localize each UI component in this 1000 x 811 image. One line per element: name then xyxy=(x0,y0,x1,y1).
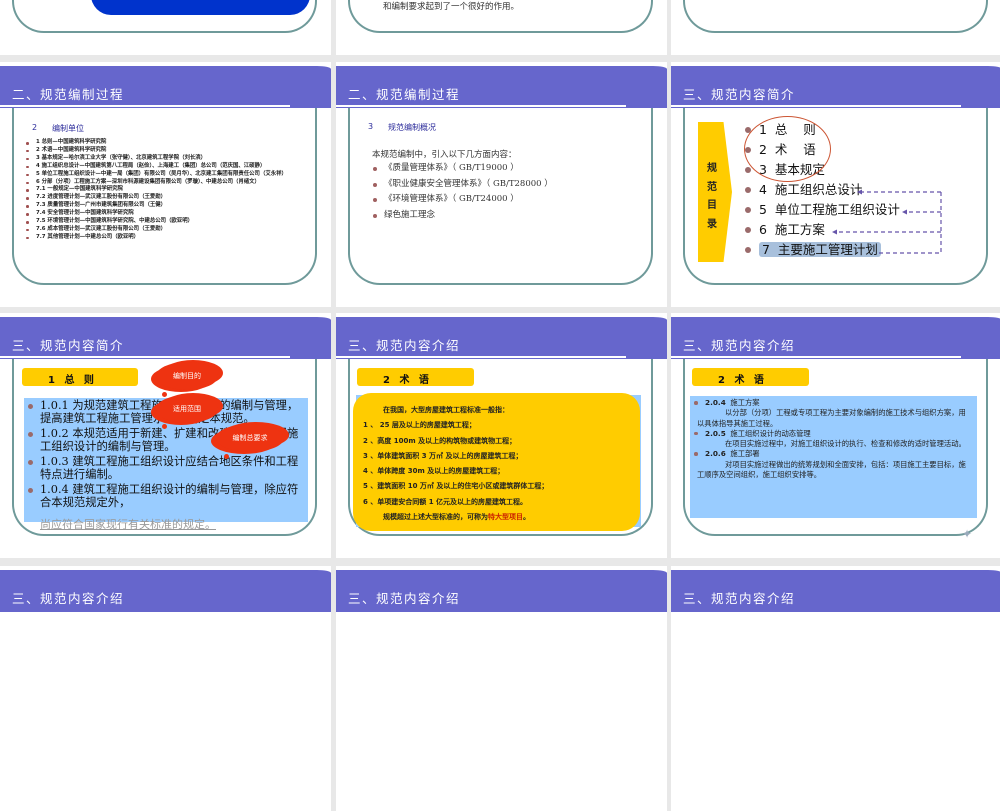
definition-item: 1 、 25 层及以上的房屋建筑工程； xyxy=(363,421,476,430)
list-item: 《环境管理体系》（ GB/T24000 ） xyxy=(370,192,640,208)
list-item: 7.4 安全管理计划—中国建筑科学研究院 xyxy=(24,210,314,218)
slide-thumbnail[interactable]: 三、规范内容介绍 2 术 语 2.0.4 施工方案 以分部（分项）工程或专项工程为… xyxy=(671,313,1000,558)
slide-title: 二、规范编制过程 xyxy=(348,87,461,102)
title-band: 二、规范编制过程 xyxy=(336,66,667,108)
slide-title: 三、规范内容介绍 xyxy=(348,338,461,353)
list-item: 《职业健康安全管理体系》（ GB/T28000 ） xyxy=(370,177,640,193)
title-band: 三、规范内容介绍 xyxy=(336,317,667,359)
term-number: 2.0.4 xyxy=(705,398,726,407)
definition-box: 在我国，大型房屋建筑工程标准一般指： 1 、 25 层及以上的房屋建筑工程； 2… xyxy=(353,393,640,531)
title-band: 三、规范内容简介 xyxy=(0,317,331,359)
outro-text: 规模超过上述大型标准的，可称为 xyxy=(383,513,488,522)
intro-text: 本规范编制中，引入以下几方面内容： xyxy=(372,150,517,160)
callout-cloud: 编制目的 xyxy=(156,362,218,390)
slide-title: 三、规范内容简介 xyxy=(12,338,125,353)
slide-text: 和编制要求起到了一个很好的作用。 xyxy=(383,2,520,12)
callout-cloud: 编制总要求 xyxy=(216,424,284,452)
slide-thumbnail[interactable]: 三、规范内容简介 规 范 目 录 1 总 则 2 术 语 3 基本规定 4 施工… xyxy=(671,62,1000,307)
slide-title: 三、规范内容介绍 xyxy=(12,591,125,606)
term-definition: 对项目实施过程做出的统筹规划和全面安排，包括：项目施工主要目标，施工顺序及空间组… xyxy=(697,459,966,480)
list-item: 2 术语—中国建筑科学研究院 xyxy=(24,147,314,155)
title-underline xyxy=(671,356,961,358)
slide-thumbnail[interactable] xyxy=(671,0,1000,55)
term-list: 2.0.4 施工方案 以分部（分项）工程或专项工程为主要对象编制的施工技术与组织方… xyxy=(691,398,973,480)
slide-thumbnail[interactable]: 三、规范内容介绍 xyxy=(0,566,331,811)
definition-item: 2 、高度 100m 及以上的构筑物或建筑物工程； xyxy=(363,436,517,445)
list-item: 《质量管理体系》（ GB/T19000 ） xyxy=(370,161,640,177)
clause-tail: 尚应符合国家现行有关标准的规定。 xyxy=(40,518,216,531)
content-frame xyxy=(683,0,988,33)
list-item: 3 基本规定—哈尔滨工业大学（张守健）、北京建筑工程学院（刘长滨） xyxy=(24,155,314,163)
slide-thumbnail[interactable]: 三、规范内容介绍 2 术 语 在我国，大型房屋建筑工程标准一般指： 1 、 25… xyxy=(336,313,667,558)
list-item: 7.6 成本管理计划—武汉建工股份有限公司（王爱勋） xyxy=(24,226,314,234)
slide-thumbnail[interactable]: 和编制要求起到了一个很好的作用。 xyxy=(336,0,667,55)
slide-thumbnail[interactable]: 二、规范编制过程 3 规范编制概况 本规范编制中，引入以下几方面内容： 《质量管… xyxy=(336,62,667,307)
title-band: 三、规范内容介绍 xyxy=(671,570,1000,612)
title-underline xyxy=(0,356,290,358)
dashed-connector-arrows xyxy=(832,189,942,254)
highlight-text: 特大型项目 xyxy=(488,513,523,522)
definition-item: 3 、单体建筑面积 3 万㎡ 及以上的房屋建筑工程； xyxy=(363,451,523,460)
sparkle-icon: ✦ xyxy=(962,527,973,541)
section-label: 2 术 语 xyxy=(357,368,474,386)
definition-outro: 规模超过上述大型标准的，可称为特大型项目。 xyxy=(363,510,630,525)
section-number: 3 xyxy=(368,122,374,131)
clause-item: 1.0.4 建筑工程施工组织设计的编制与管理，除应符合本规范规定外， xyxy=(26,483,302,509)
list-item: 5 单位工程施工组织设计—中建一局（集团）有限公司（吴月华）、北京建工集团有限责… xyxy=(24,171,314,179)
term-number: 2.0.5 xyxy=(705,428,726,438)
callout-cloud: 适用范围 xyxy=(156,395,218,423)
definition-item: 4 、单体跨度 30m 及以上的房屋建筑工程； xyxy=(363,467,505,476)
title-underline xyxy=(0,105,290,107)
callout-tail-dot xyxy=(162,424,167,429)
section-label: 1 总 则 xyxy=(22,368,138,386)
slide-title: 二、规范编制过程 xyxy=(12,87,125,102)
title-band: 三、规范内容介绍 xyxy=(671,317,1000,359)
section-number: 2 xyxy=(32,123,38,132)
clause-item: 1.0.3 建筑工程施工组织设计应结合地区条件和工程特点进行编制。 xyxy=(26,455,302,481)
slide-thumbnail[interactable]: 三、规范内容简介 1 总 则 1.0.1 为规范建筑工程施工组织设计的编制与管理… xyxy=(0,313,331,558)
slide-title: 三、规范内容介绍 xyxy=(348,591,461,606)
slide-thumbnail[interactable]: 三、规范内容介绍 xyxy=(336,566,667,811)
term-item: 2.0.6 施工部署 对项目实施过程做出的统筹规划和全面安排，包括：项目施工主要目… xyxy=(691,449,973,480)
term-name: 施工方案 xyxy=(730,398,760,407)
definition-item: 6 、单项建安合同额 1 亿元及以上的房屋建筑工程。 xyxy=(363,497,528,506)
section-title: 规范编制概况 xyxy=(388,123,436,132)
callout-tail-dot xyxy=(224,454,229,459)
term-name: 施工组织设计的动态管理 xyxy=(730,428,811,438)
slide-title: 三、规范内容介绍 xyxy=(683,338,796,353)
callout-tail-dot xyxy=(162,392,167,397)
term-name: 施工部署 xyxy=(730,449,760,459)
slide-title: 三、规范内容介绍 xyxy=(683,591,796,606)
section-title: 编制单位 xyxy=(52,124,84,133)
definition-item: 5 、建筑面积 10 万㎡ 及以上的住宅小区或建筑群体工程； xyxy=(363,482,549,491)
term-definition: 以分部（分项）工程或专项工程为主要对象编制的施工技术与组织方案，用以具体指导其施… xyxy=(697,408,966,428)
term-item: 2.0.4 施工方案 以分部（分项）工程或专项工程为主要对象编制的施工技术与组织方… xyxy=(691,398,973,429)
list-item: 4 施工组织总设计—中国建筑第八工程局（赵俭）、上海建工（集团）总公司（范庆国、… xyxy=(24,163,314,171)
section-label: 2 术 语 xyxy=(692,368,809,386)
title-band: 三、规范内容介绍 xyxy=(0,570,331,612)
list-item: 7.5 环境管理计划—中国建筑科学研究院、中建总公司（欧亚明） xyxy=(24,218,314,226)
unit-list: 1 总则—中国建筑科学研究院 2 术语—中国建筑科学研究院 3 基本规定—哈尔滨… xyxy=(24,139,314,242)
title-band: 二、规范编制过程 xyxy=(0,66,331,108)
definition-intro: 在我国，大型房屋建筑工程标准一般指： xyxy=(383,406,509,414)
standards-list: 《质量管理体系》（ GB/T19000 ） 《职业健康安全管理体系》（ GB/T… xyxy=(370,161,640,223)
slide-thumbnail[interactable]: 三、规范内容介绍 xyxy=(671,566,1000,811)
title-underline xyxy=(336,105,626,107)
term-number: 2.0.6 xyxy=(705,449,726,459)
list-item: 7.3 质量管理计划—广州市建筑集团有限公司（王健） xyxy=(24,202,314,210)
title-underline xyxy=(336,356,626,358)
title-band: 三、规范内容介绍 xyxy=(336,570,667,612)
list-item: 1 总则—中国建筑科学研究院 xyxy=(24,139,314,147)
slide-thumbnail[interactable]: 二、规范编制过程 2 编制单位 1 总则—中国建筑科学研究院 2 术语—中国建筑… xyxy=(0,62,331,307)
term-definition: 在项目实施过程中，对施工组织设计的执行、检查和修改的适时管理活动。 xyxy=(725,439,966,449)
slide-thumbnail[interactable] xyxy=(0,0,331,55)
outro-end: 。 xyxy=(523,513,530,522)
term-item: 2.0.5 施工组织设计的动态管理 在项目实施过程中，对施工组织设计的执行、检查和… xyxy=(691,429,973,450)
list-item: 绿色施工理念 xyxy=(370,208,640,224)
blue-shape xyxy=(91,0,310,15)
list-item: 7.7 其他管理计划—中建总公司（欧亚明） xyxy=(24,234,314,242)
